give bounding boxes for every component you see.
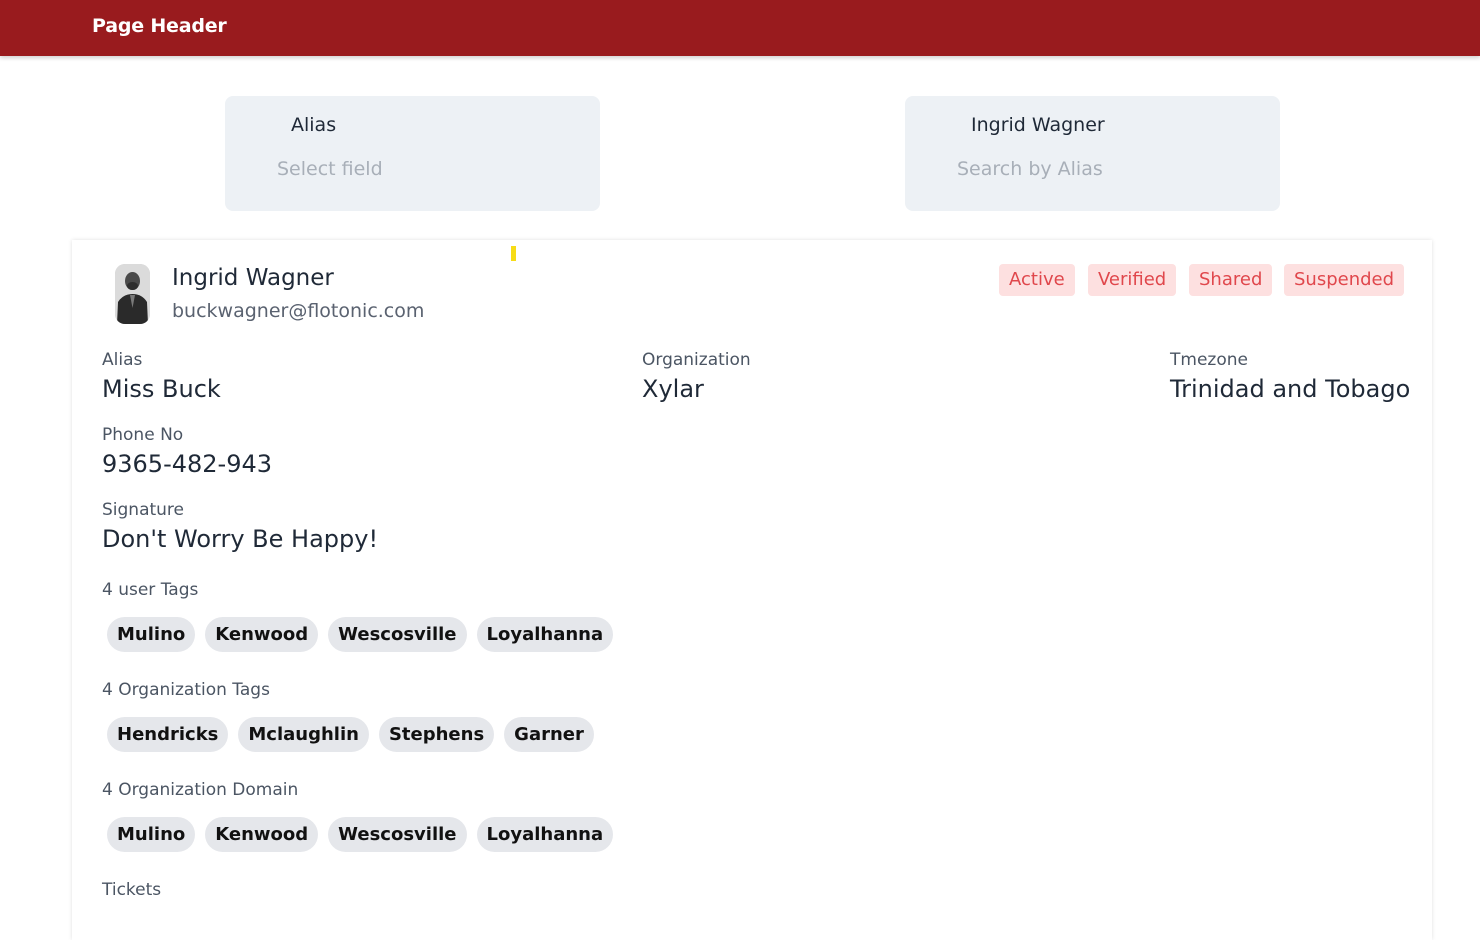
tickets-label: Tickets <box>102 880 162 900</box>
status-badge-verified: Verified <box>1088 264 1177 296</box>
search-input[interactable]: Ingrid Wagner Search by Alias <box>905 96 1280 211</box>
org-domain-tag[interactable]: Mulino <box>107 817 196 852</box>
profile-email: buckwagner@flotonic.com <box>172 300 425 322</box>
search-input-value: Ingrid Wagner <box>971 114 1105 136</box>
timezone-label: Tmezone <box>1170 350 1248 370</box>
avatar <box>115 264 150 324</box>
org-domain-tag[interactable]: Wescosville <box>328 817 467 852</box>
organization-label: Organization <box>642 350 751 370</box>
field-select[interactable]: Alias Select field <box>225 96 600 211</box>
status-badge-suspended: Suspended <box>1284 264 1405 296</box>
cursor-marker <box>511 246 516 261</box>
page-header: Page Header <box>0 0 1480 56</box>
phone-label: Phone No <box>102 425 184 445</box>
org-domain-list: Mulino Kenwood Wescosville Loyalhanna <box>107 817 614 852</box>
alias-value: Miss Buck <box>102 375 221 403</box>
org-tag[interactable]: Mclaughlin <box>238 717 369 752</box>
org-tag[interactable]: Garner <box>504 717 594 752</box>
org-tags-label: 4 Organization Tags <box>102 680 270 700</box>
org-domain-label: 4 Organization Domain <box>102 780 299 800</box>
user-tags-label: 4 user Tags <box>102 580 199 600</box>
user-tag[interactable]: Loyalhanna <box>476 617 614 652</box>
org-tag[interactable]: Hendricks <box>107 717 229 752</box>
timezone-value: Trinidad and Tobago <box>1170 375 1411 403</box>
org-tags-list: Hendricks Mclaughlin Stephens Garner <box>107 717 594 752</box>
status-badge-shared: Shared <box>1189 264 1273 296</box>
org-domain-tag[interactable]: Loyalhanna <box>476 817 614 852</box>
user-tag[interactable]: Kenwood <box>205 617 319 652</box>
signature-value: Don't Worry Be Happy! <box>102 525 379 553</box>
field-select-placeholder: Select field <box>277 158 383 180</box>
organization-value: Xylar <box>642 375 704 403</box>
user-tags-list: Mulino Kenwood Wescosville Loyalhanna <box>107 617 614 652</box>
profile-name: Ingrid Wagner <box>172 265 334 291</box>
org-domain-tag[interactable]: Kenwood <box>205 817 319 852</box>
field-select-value: Alias <box>291 114 337 136</box>
org-tag[interactable]: Stephens <box>378 717 495 752</box>
signature-label: Signature <box>102 500 185 520</box>
search-input-placeholder: Search by Alias <box>957 158 1103 180</box>
page-title: Page Header <box>92 15 227 37</box>
user-tag[interactable]: Mulino <box>107 617 196 652</box>
user-tag[interactable]: Wescosville <box>328 617 467 652</box>
alias-label: Alias <box>102 350 143 370</box>
status-badge-active: Active <box>999 264 1075 296</box>
phone-value: 9365-482-943 <box>102 450 273 478</box>
user-photo-icon <box>115 264 150 324</box>
